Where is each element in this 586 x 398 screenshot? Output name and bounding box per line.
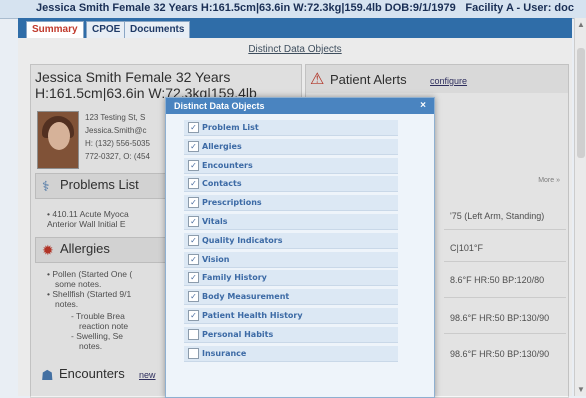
checkbox-checked[interactable]: ✓	[188, 272, 199, 284]
data-object-row[interactable]: ✓ Prescriptions	[184, 195, 398, 212]
tab-bar: Summary CPOE Documents	[18, 18, 572, 38]
data-object-row[interactable]: ✓ Allergies	[184, 138, 398, 155]
page-scrollbar[interactable]: ▲ ▼	[574, 18, 586, 396]
dialog-titlebar: Distinct Data Objects ×	[166, 98, 434, 114]
tab-cpoe[interactable]: CPOE	[86, 21, 127, 38]
data-object-row[interactable]: ✓ Vision	[184, 251, 398, 268]
checkbox-checked[interactable]: ✓	[188, 216, 199, 227]
data-object-row[interactable]: ✓ Family History	[184, 270, 398, 287]
checkbox-checked[interactable]: ✓	[188, 197, 199, 209]
checkbox-checked[interactable]: ✓	[188, 122, 199, 133]
checkbox-checked[interactable]: ✓	[188, 234, 199, 246]
data-object-label: Quality Indicators	[202, 235, 283, 245]
data-object-row[interactable]: Insurance	[184, 345, 398, 362]
scroll-up-icon[interactable]: ▲	[577, 20, 585, 29]
data-object-row[interactable]: Personal Habits	[184, 326, 398, 343]
checkbox-checked[interactable]: ✓	[188, 310, 199, 321]
data-object-label: Contacts	[202, 179, 242, 189]
data-object-row[interactable]: ✓ Patient Health History	[184, 308, 398, 324]
data-object-label: Vision	[202, 254, 230, 264]
scrollbar-thumb[interactable]	[577, 48, 585, 158]
data-object-label: Prescriptions	[202, 198, 262, 208]
distinct-data-objects-dialog: Distinct Data Objects × ✓ Problem List ✓ Al…	[165, 97, 435, 398]
data-object-row[interactable]: ✓ Encounters	[184, 157, 398, 174]
scroll-down-icon[interactable]: ▼	[577, 385, 585, 394]
data-object-label: Allergies	[202, 141, 242, 151]
data-object-label: Encounters	[202, 160, 253, 170]
data-object-label: Problem List	[202, 123, 259, 132]
data-object-row[interactable]: ✓ Body Measurement	[184, 289, 398, 306]
data-object-label: Vitals	[202, 217, 228, 226]
data-object-row[interactable]: ✓ Vitals	[184, 214, 398, 230]
checkbox-checked[interactable]: ✓	[188, 159, 199, 171]
checkbox-checked[interactable]: ✓	[188, 253, 199, 265]
checkbox-checked[interactable]: ✓	[188, 178, 199, 190]
data-object-label: Insurance	[202, 348, 247, 358]
facility-user-text: Facility A - User: doc	[465, 2, 574, 14]
data-object-row[interactable]: ✓ Contacts	[184, 176, 398, 193]
data-object-label: Personal Habits	[202, 329, 274, 339]
data-object-row[interactable]: ✓ Quality Indicators	[184, 232, 398, 249]
dialog-title: Distinct Data Objects	[174, 101, 265, 111]
checkbox-unchecked[interactable]	[188, 328, 199, 340]
checkbox-checked[interactable]: ✓	[188, 140, 199, 152]
data-object-label: Body Measurement	[202, 292, 290, 302]
patient-header-bar: Jessica Smith Female 32 Years H:161.5cm|…	[0, 0, 586, 19]
data-object-label: Family History	[202, 273, 267, 283]
close-icon[interactable]: ×	[420, 100, 426, 111]
data-object-label: Patient Health History	[202, 311, 303, 320]
tab-documents[interactable]: Documents	[124, 21, 191, 38]
patient-header-text: Jessica Smith Female 32 Years H:161.5cm|…	[36, 2, 456, 14]
tab-summary[interactable]: Summary	[26, 21, 84, 38]
checkbox-unchecked[interactable]	[188, 347, 199, 359]
checkbox-checked[interactable]: ✓	[188, 291, 199, 303]
data-object-row[interactable]: ✓ Problem List	[184, 120, 398, 136]
